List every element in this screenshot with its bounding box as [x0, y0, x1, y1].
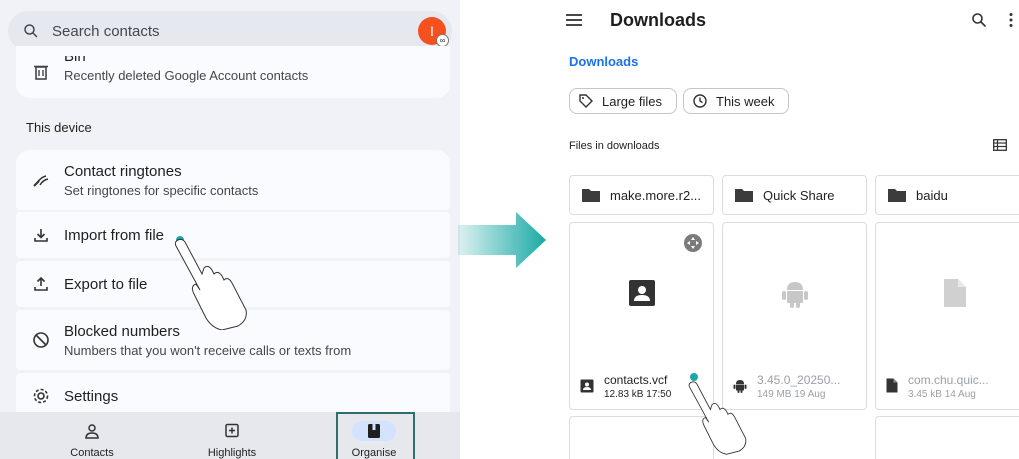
- file-tile-contacts-vcf[interactable]: contacts.vcf 12.83 kB 17:50: [569, 222, 714, 410]
- account-avatar[interactable]: I ∞: [418, 17, 449, 47]
- folder-name: baidu: [916, 187, 948, 203]
- section-this-device: This device: [26, 120, 92, 135]
- nav-contacts-label: Contacts: [70, 447, 114, 459]
- file-tile-partial[interactable]: [569, 416, 714, 459]
- android-icon: [733, 380, 747, 393]
- export-title: Export to file: [64, 275, 148, 293]
- file-size-date: 3.45 kB 14 Aug: [908, 389, 976, 400]
- folder-item[interactable]: make.more.r2...: [569, 175, 714, 215]
- folder-item[interactable]: baidu: [875, 175, 1019, 215]
- top-app-bar: Downloads: [553, 0, 1019, 40]
- list-view-icon[interactable]: [993, 139, 1007, 151]
- search-icon[interactable]: [971, 12, 987, 28]
- file-thumbnail: [570, 223, 713, 363]
- gear-icon: [30, 385, 52, 407]
- file-size-date: 149 MB 19 Aug: [757, 389, 826, 400]
- breadcrumb[interactable]: Downloads: [569, 54, 638, 69]
- history-icon: [693, 94, 707, 108]
- file-meta: com.chu.quic... 3.45 kB 14 Aug: [886, 373, 989, 400]
- folder-icon: [888, 189, 906, 202]
- bin-subtitle: Recently deleted Google Account contacts: [64, 67, 309, 83]
- more-options-icon[interactable]: [1008, 12, 1014, 28]
- export-to-file-item[interactable]: Export to file: [16, 261, 450, 307]
- ringtones-subtitle: Set ringtones for specific contacts: [64, 182, 259, 198]
- download-icon: [30, 224, 52, 246]
- folder-name: make.more.r2...: [610, 187, 702, 203]
- file-tile-partial[interactable]: [875, 416, 1019, 459]
- file-tile-generic[interactable]: com.chu.quic... 3.45 kB 14 Aug: [875, 222, 1019, 410]
- upload-icon: [30, 273, 52, 295]
- android-icon: [781, 282, 808, 308]
- files-app-panel: Downloads Downloads Large files This wee…: [553, 0, 1019, 459]
- file-meta: 3.45.0_20250... 149 MB 19 Aug: [733, 373, 840, 400]
- settings-title: Settings: [64, 387, 119, 405]
- ringtone-icon: [30, 169, 52, 191]
- file-thumbnail: [723, 223, 866, 363]
- file-thumbnail: [876, 223, 1019, 363]
- contact-card-icon: [580, 379, 594, 393]
- import-title: Import from file: [64, 226, 165, 244]
- nav-highlights-label: Highlights: [207, 447, 257, 459]
- tap-indicator: [176, 236, 184, 244]
- file-tile-apk[interactable]: 3.45.0_20250... 149 MB 19 Aug: [722, 222, 867, 410]
- file-name: contacts.vcf: [604, 373, 668, 387]
- folder-item[interactable]: Quick Share: [722, 175, 867, 215]
- bin-item[interactable]: Bin Recently deleted Google Account cont…: [16, 46, 450, 98]
- organise-highlight-frame: [336, 412, 415, 459]
- contacts-app-panel: Search contacts I ∞ Bin Recently deleted…: [0, 0, 460, 459]
- file-meta: contacts.vcf 12.83 kB 17:50: [580, 373, 671, 400]
- file-size-date: 12.83 kB 17:50: [604, 389, 672, 400]
- file-name: com.chu.quic...: [908, 373, 989, 387]
- bin-title: Bin: [64, 55, 86, 65]
- chip-large-files-label: Large files: [602, 93, 662, 109]
- import-from-file-item[interactable]: Import from file: [16, 212, 450, 258]
- folder-name: Quick Share: [763, 187, 835, 203]
- contact-card-icon: [628, 280, 655, 306]
- block-icon: [30, 329, 52, 351]
- folder-icon: [582, 189, 600, 202]
- search-placeholder: Search contacts: [52, 22, 160, 40]
- page-title: Downloads: [610, 10, 707, 30]
- nav-highlights[interactable]: Highlights: [172, 412, 292, 459]
- folder-icon: [735, 189, 753, 202]
- file-name: 3.45.0_20250...: [757, 373, 841, 387]
- nav-contacts[interactable]: Contacts: [32, 412, 152, 459]
- menu-icon[interactable]: [565, 12, 583, 28]
- blocked-title: Blocked numbers: [64, 322, 180, 340]
- search-icon: [24, 24, 38, 38]
- chip-large-files[interactable]: Large files: [569, 88, 677, 114]
- blocked-numbers-item[interactable]: Blocked numbers Numbers that you won't r…: [16, 310, 450, 370]
- tap-indicator: [690, 373, 698, 381]
- person-icon: [70, 421, 114, 441]
- tag-icon: [579, 94, 593, 108]
- highlights-icon: [210, 421, 254, 441]
- file-icon: [886, 378, 898, 393]
- chip-this-week[interactable]: This week: [683, 88, 789, 114]
- blocked-subtitle: Numbers that you won't receive calls or …: [64, 342, 352, 358]
- search-bar[interactable]: Search contacts I ∞: [8, 11, 452, 51]
- contact-ringtones-item[interactable]: Contact ringtones Set ringtones for spec…: [16, 150, 450, 210]
- ringtones-title: Contact ringtones: [64, 162, 182, 180]
- transition-arrow-icon: [458, 212, 546, 268]
- files-section-label: Files in downloads: [569, 140, 660, 152]
- chip-this-week-label: This week: [716, 93, 775, 109]
- avatar-letter: I: [430, 23, 434, 39]
- trash-icon: [30, 61, 52, 83]
- file-icon: [944, 279, 966, 307]
